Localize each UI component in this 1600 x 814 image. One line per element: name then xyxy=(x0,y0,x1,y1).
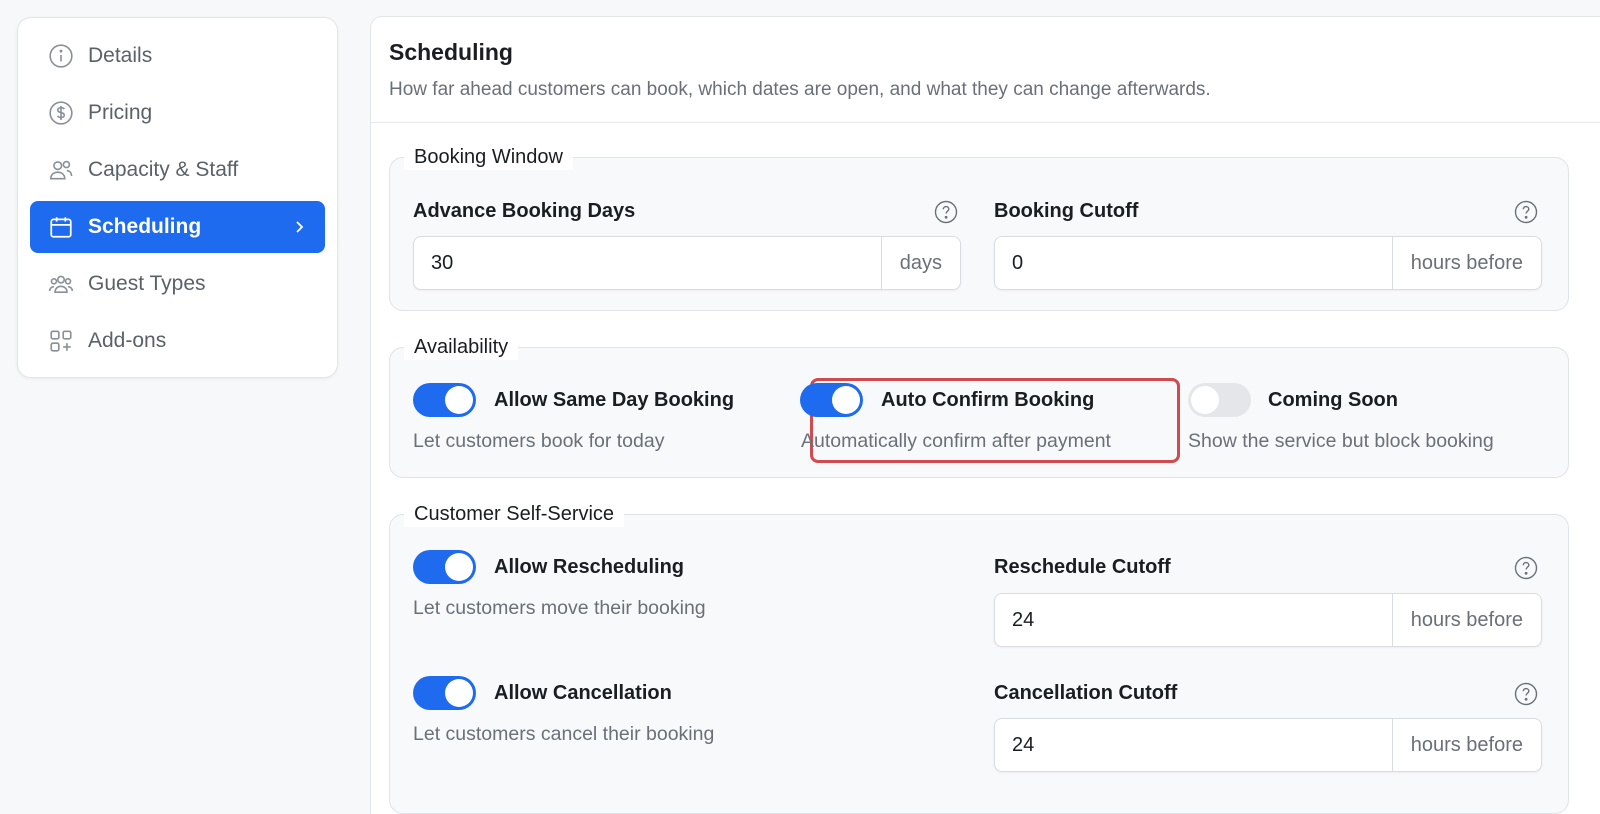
input-suffix: hours before xyxy=(1391,594,1541,646)
sidebar-item-label: Capacity & Staff xyxy=(88,158,239,181)
grid-plus-icon xyxy=(48,328,74,354)
reschedule-cutoff-field: hours before xyxy=(994,593,1542,647)
help-icon[interactable] xyxy=(1514,556,1538,580)
rescheduling-toggle[interactable] xyxy=(413,550,476,584)
help-icon[interactable] xyxy=(1514,682,1538,706)
coming-soon-toggle[interactable] xyxy=(1188,383,1251,417)
cancellation-desc: Let customers cancel their booking xyxy=(413,723,715,745)
sidebar-item-guest-types[interactable]: Guest Types xyxy=(30,258,325,310)
cancellation-cutoff-input[interactable] xyxy=(995,719,1392,771)
advance-booking-days-input[interactable] xyxy=(414,237,881,289)
booking-cutoff-input[interactable] xyxy=(995,237,1392,289)
sidebar-item-label: Guest Types xyxy=(88,272,206,295)
same-day-booking-desc: Let customers book for today xyxy=(413,430,665,452)
group-icon xyxy=(48,271,74,297)
input-suffix: days xyxy=(880,237,960,289)
auto-confirm-desc: Automatically confirm after payment xyxy=(801,430,1111,452)
sidebar-item-details[interactable]: Details xyxy=(30,30,325,82)
toggle-knob xyxy=(445,386,473,414)
sidebar-item-add-ons[interactable]: Add-ons xyxy=(30,315,325,367)
toggle-knob xyxy=(445,553,473,581)
sidebar-item-label: Add-ons xyxy=(88,329,167,352)
sidebar: Details Pricing Capacity & Staff Schedul… xyxy=(17,17,338,378)
group-legend: Customer Self-Service xyxy=(404,501,625,527)
auto-confirm-toggle[interactable] xyxy=(800,383,863,417)
auto-confirm-label: Auto Confirm Booking xyxy=(881,389,1095,411)
group-legend: Booking Window xyxy=(404,144,573,170)
group-legend: Availability xyxy=(404,334,519,360)
coming-soon-label: Coming Soon xyxy=(1268,389,1398,411)
advance-booking-days-field: days xyxy=(413,236,961,290)
help-icon[interactable] xyxy=(934,200,958,224)
rescheduling-label: Allow Rescheduling xyxy=(494,556,685,578)
sidebar-item-label: Scheduling xyxy=(88,215,202,238)
cancellation-cutoff-label: Cancellation Cutoff xyxy=(994,682,1178,704)
help-icon[interactable] xyxy=(1514,200,1538,224)
scheduling-panel: Scheduling How far ahead customers can b… xyxy=(370,16,1600,814)
sidebar-item-pricing[interactable]: Pricing xyxy=(30,87,325,139)
input-suffix: hours before xyxy=(1391,719,1541,771)
advance-booking-days-label: Advance Booking Days xyxy=(413,200,636,222)
info-circle-icon xyxy=(48,43,74,69)
self-service-group: Customer Self-Service Allow Rescheduling… xyxy=(389,501,1569,814)
sidebar-item-scheduling[interactable]: Scheduling xyxy=(30,201,325,253)
sidebar-item-label: Details xyxy=(88,44,153,67)
sidebar-item-label: Pricing xyxy=(88,101,153,124)
page-title: Scheduling xyxy=(389,39,513,65)
chevron-right-icon xyxy=(296,221,304,233)
cancellation-cutoff-field: hours before xyxy=(994,718,1542,772)
cancellation-label: Allow Cancellation xyxy=(494,682,672,704)
toggle-knob xyxy=(445,679,473,707)
toggle-knob xyxy=(832,386,860,414)
dollar-circle-icon xyxy=(48,100,74,126)
availability-group: Availability Allow Same Day Booking Let … xyxy=(389,334,1569,478)
input-suffix: hours before xyxy=(1391,237,1541,289)
coming-soon-desc: Show the service but block booking xyxy=(1188,430,1494,452)
rescheduling-desc: Let customers move their booking xyxy=(413,597,706,619)
reschedule-cutoff-label: Reschedule Cutoff xyxy=(994,556,1171,578)
same-day-booking-label: Allow Same Day Booking xyxy=(494,389,735,411)
cancellation-toggle[interactable] xyxy=(413,676,476,710)
same-day-booking-toggle[interactable] xyxy=(413,383,476,417)
panel-header: Scheduling How far ahead customers can b… xyxy=(371,17,1600,123)
booking-window-group: Booking Window Advance Booking Days days… xyxy=(389,144,1569,311)
sidebar-item-capacity-staff[interactable]: Capacity & Staff xyxy=(30,144,325,196)
booking-cutoff-field: hours before xyxy=(994,236,1542,290)
page-subtitle: How far ahead customers can book, which … xyxy=(389,79,1211,100)
booking-cutoff-label: Booking Cutoff xyxy=(994,200,1139,222)
calendar-icon xyxy=(48,214,74,240)
reschedule-cutoff-input[interactable] xyxy=(995,594,1392,646)
toggle-knob xyxy=(1191,386,1219,414)
users-icon xyxy=(48,157,74,183)
